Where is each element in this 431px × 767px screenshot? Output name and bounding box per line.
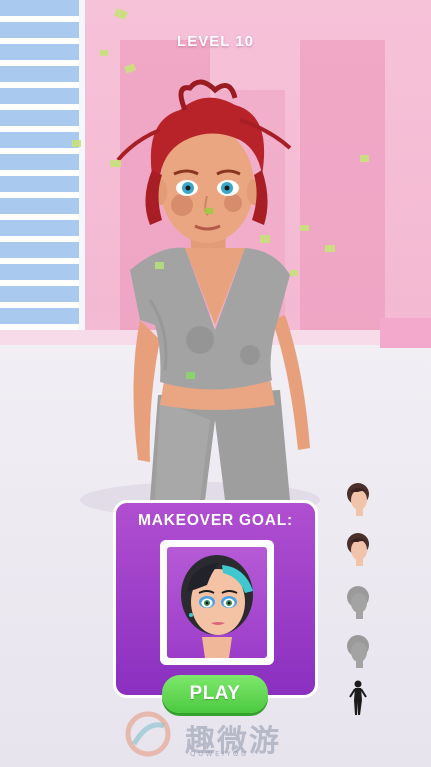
step-face: [338, 528, 378, 568]
watermark-logo-icon: [125, 711, 171, 757]
goal-portrait-frame: [160, 540, 274, 665]
head-silhouette-icon: [347, 635, 369, 668]
makeover-goal-card: MAKEOVER GOAL:: [113, 500, 318, 698]
watermark: 趣微游 QUWEIYOU: [120, 710, 320, 760]
goal-portrait-image: [181, 555, 253, 658]
head-silhouette-icon: [347, 586, 369, 619]
level-label: LEVEL 10: [177, 33, 254, 50]
face-icon: [347, 533, 369, 566]
hair-icon: [347, 483, 369, 516]
body-silhouette-icon: [349, 680, 367, 715]
step-hair: [338, 478, 378, 518]
play-button[interactable]: PLAY: [162, 675, 268, 713]
step-locked-3: [338, 678, 378, 718]
goal-title: MAKEOVER GOAL:: [137, 512, 293, 529]
step-locked-2: [338, 630, 378, 670]
goal-portrait: [167, 547, 267, 658]
step-locked-1: [338, 581, 378, 621]
watermark-subtext: QUWEIYOU: [190, 750, 249, 758]
